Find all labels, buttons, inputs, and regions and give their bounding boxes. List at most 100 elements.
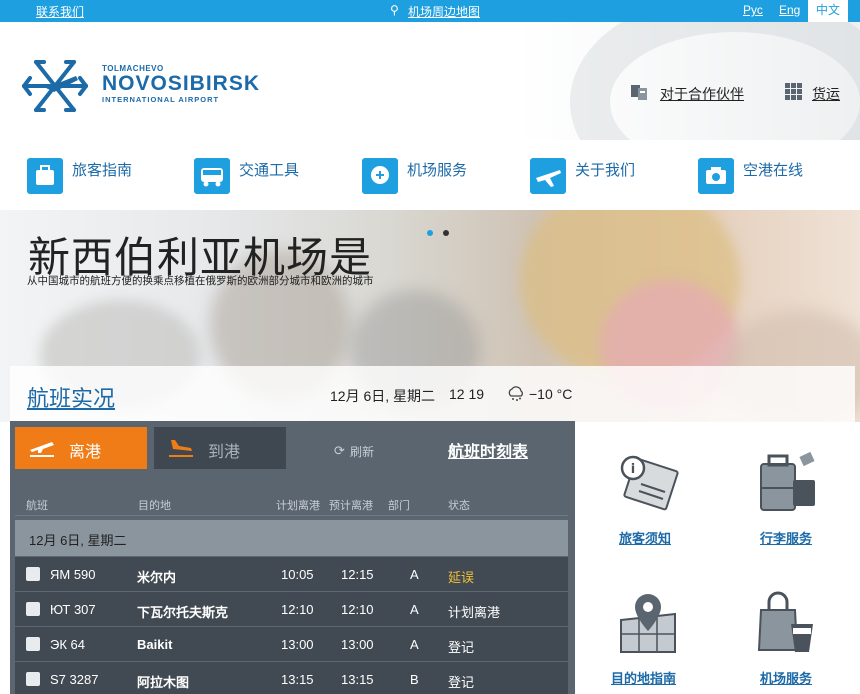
luggage-icon: [27, 158, 63, 194]
service-destinations-label: 目的地指南: [611, 671, 677, 686]
shopping-bag-icon: [757, 591, 813, 652]
col-status: 状态: [448, 500, 470, 512]
refresh-button[interactable]: ⟳ 刷新: [334, 443, 374, 460]
refresh-icon: ⟳: [334, 443, 345, 458]
info-document-icon: i: [620, 455, 679, 511]
airline-logo-icon: [26, 602, 40, 616]
cargo-icon: [785, 83, 802, 100]
flight-scheduled: 13:00: [281, 637, 314, 652]
col-destination: 目的地: [138, 500, 171, 512]
arrival-plane-icon: [169, 440, 193, 457]
flight-estimated: 12:10: [341, 602, 374, 617]
col-flight: 航班: [26, 500, 48, 512]
flight-terminal: A: [410, 602, 419, 617]
airline-logo-icon: [26, 672, 40, 686]
binoculars-icon: ⚲: [390, 3, 399, 17]
slider-dot-active[interactable]: [427, 230, 433, 236]
day-separator-row: 12月 6日, 星期二: [15, 520, 568, 556]
flight-estimated: 13:15: [341, 672, 374, 687]
schedule-link[interactable]: 航班时刻表: [448, 438, 528, 462]
flight-terminal: A: [410, 567, 419, 582]
contact-link[interactable]: 联系我们: [36, 3, 84, 20]
current-time: 12 19: [449, 386, 485, 402]
flight-estimated: 13:00: [341, 637, 374, 652]
day-label: 12月 6日, 星期二: [29, 533, 127, 548]
nav-label: 旅客指南: [72, 162, 133, 179]
cargo-label: 货运: [812, 86, 840, 102]
hero-subtitle: 从中国城市的航班方便的换乘点移植在俄罗斯的欧洲部分城市和欧洲的城市: [27, 275, 374, 287]
tab-departures-label: 离港: [69, 444, 102, 461]
table-row[interactable]: S7 3287 阿拉木图 13:15 13:15 B 登记: [15, 661, 568, 694]
partners-link[interactable]: 对于合作伙伴: [630, 84, 744, 104]
svg-text:i: i: [631, 462, 635, 477]
flight-estimated: 12:15: [341, 567, 374, 582]
col-scheduled: 计划离港: [276, 500, 320, 512]
nav-label: 空港在线: [743, 162, 804, 179]
service-airport-shopping-label: 机场服务: [760, 671, 813, 686]
flight-destination: 米尔内: [137, 570, 177, 585]
tab-arrivals[interactable]: 到港: [154, 427, 286, 469]
camera-icon: [698, 158, 734, 194]
logo-big-text: NOVOSIBIRSK: [102, 72, 261, 95]
flight-destination: 下瓦尔托夫斯克: [137, 605, 229, 620]
table-row[interactable]: ЯМ 590 米尔内 10:05 12:15 A 延误: [15, 556, 568, 591]
flight-number: ЯМ 590: [50, 567, 96, 582]
services-icon: [362, 158, 398, 194]
tab-arrivals-label: 到港: [208, 444, 241, 461]
current-date: 12月 6日, 星期二: [330, 388, 436, 404]
flight-status: 计划离港: [448, 605, 501, 620]
map-pin-icon: [620, 594, 676, 653]
flight-status: 延误: [448, 570, 475, 585]
bus-icon: [194, 158, 230, 194]
flight-destination: Baikit: [137, 637, 173, 652]
table-row[interactable]: ЭК 64 Baikit 13:00 13:00 A 登记: [15, 626, 568, 661]
airport-map-label: 机场周边地图: [408, 5, 481, 19]
snowflake-icon: [22, 60, 88, 112]
departure-plane-icon: [30, 442, 54, 457]
temperature: −10 °C: [529, 386, 573, 402]
service-baggage-label: 行李服务: [760, 531, 813, 546]
refresh-label: 刷新: [350, 445, 375, 459]
top-bar: 联系我们 ⚲ 机场周边地图 Рус Eng 中文: [0, 0, 860, 22]
slider-dot[interactable]: [443, 230, 449, 236]
plane-icon: [530, 158, 566, 194]
weather: −10 °C: [507, 386, 572, 402]
logo-sub-text: INTERNATIONAL AIRPORT: [102, 95, 220, 104]
flight-status-link[interactable]: 航班实况: [27, 381, 115, 413]
services-panel: i 旅客须知 行李服务 目的地指南 机场服务: [575, 422, 860, 694]
flight-status: 登记: [448, 640, 475, 655]
airline-logo-icon: [26, 567, 40, 581]
nav-label: 机场服务: [407, 162, 468, 179]
service-passenger-info-label: 旅客须知: [619, 531, 672, 546]
lang-en-link[interactable]: Eng: [779, 3, 800, 17]
snow-cloud-icon: [508, 386, 523, 401]
flight-destination: 阿拉木图: [137, 675, 190, 690]
flight-number: ЭК 64: [50, 637, 85, 652]
lang-ru-link[interactable]: Рус: [743, 3, 763, 17]
site-header: TOLMACHEVO NOVOSIBIRSK INTERNATIONAL AIR…: [0, 22, 860, 140]
flight-scheduled: 13:15: [281, 672, 314, 687]
airport-map-link[interactable]: ⚲ 机场周边地图: [390, 3, 480, 20]
partners-icon: [631, 85, 647, 100]
nav-label: 关于我们: [575, 162, 636, 179]
logo-text: TOLMACHEVO NOVOSIBIRSK INTERNATIONAL AIR…: [102, 64, 260, 104]
col-terminal: 部门: [388, 500, 410, 512]
airport-logo[interactable]: TOLMACHEVO NOVOSIBIRSK INTERNATIONAL AIR…: [16, 54, 296, 118]
airline-logo-icon: [26, 637, 40, 651]
header-decoration: [570, 22, 860, 140]
tab-departures[interactable]: 离港: [15, 427, 147, 469]
baggage-icon: [760, 451, 815, 511]
flight-terminal: B: [410, 672, 419, 687]
flight-terminal: A: [410, 637, 419, 652]
flight-scheduled: 12:10: [281, 602, 314, 617]
main-nav: 旅客指南 交通工具 机场服务 关于我们 空港在线: [0, 140, 860, 210]
cargo-link[interactable]: 货运: [784, 83, 840, 104]
nav-label: 交通工具: [239, 162, 300, 179]
table-row[interactable]: ЮТ 307 下瓦尔托夫斯克 12:10 12:10 A 计划离港: [15, 591, 568, 626]
header-divider: [15, 515, 568, 516]
partners-label: 对于合作伙伴: [660, 86, 744, 102]
col-estimated: 预计离港: [329, 500, 373, 512]
flight-status: 登记: [448, 675, 475, 690]
lang-zh-active[interactable]: 中文: [808, 0, 848, 22]
flight-number: S7 3287: [50, 672, 99, 687]
